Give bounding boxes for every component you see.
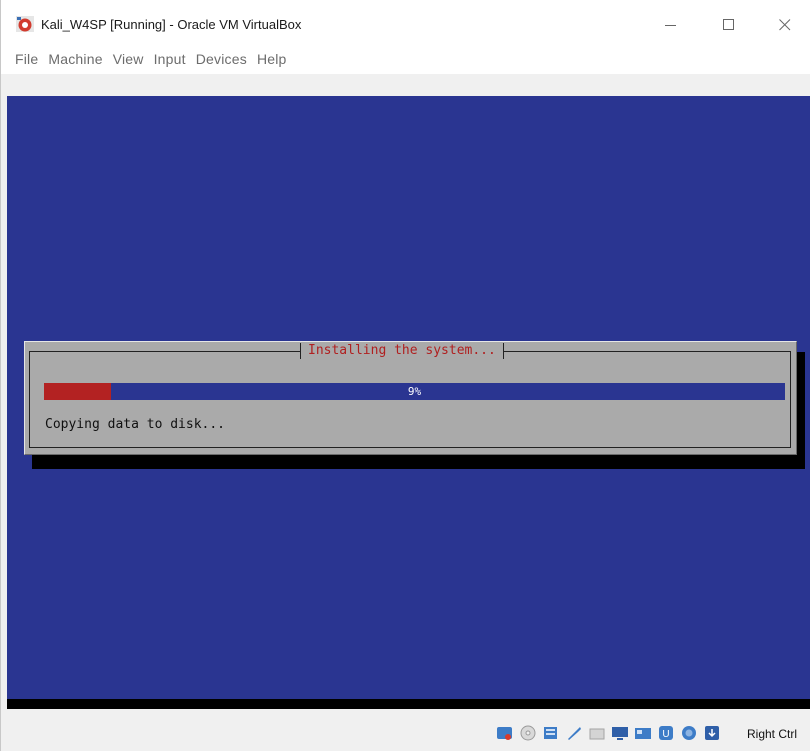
- svg-text:U: U: [662, 729, 669, 740]
- display-icon[interactable]: [611, 724, 629, 742]
- menu-devices[interactable]: Devices: [196, 51, 247, 67]
- dialog-frame: Installing the system... 9% Copying data…: [29, 343, 791, 448]
- status-bar: U Right Ctrl: [1, 709, 810, 751]
- optical-drive-icon[interactable]: [519, 724, 537, 742]
- menu-input[interactable]: Input: [154, 51, 186, 67]
- menu-bar: File Machine View Input Devices Help: [1, 44, 810, 74]
- mouse-integration-icon[interactable]: [680, 724, 698, 742]
- close-button[interactable]: [763, 10, 807, 40]
- host-key-icon[interactable]: [703, 724, 721, 742]
- menu-machine[interactable]: Machine: [48, 51, 102, 67]
- recording-icon[interactable]: U: [657, 724, 675, 742]
- shared-folders-icon[interactable]: [588, 724, 606, 742]
- status-message: Copying data to disk...: [45, 417, 226, 432]
- host-key-label: Right Ctrl: [747, 727, 798, 741]
- virtualbox-window: Kali_W4SP [Running] - Oracle VM VirtualB…: [0, 0, 810, 751]
- device-icons: U: [496, 724, 726, 742]
- network-icon[interactable]: [634, 724, 652, 742]
- hard-disk-icon[interactable]: [496, 724, 514, 742]
- window-title: Kali_W4SP [Running] - Oracle VM VirtualB…: [41, 17, 302, 32]
- dialog-title: Installing the system...: [300, 343, 504, 359]
- toolbar-strip: [1, 74, 810, 96]
- progress-label: 9%: [407, 385, 422, 398]
- menu-help[interactable]: Help: [257, 51, 287, 67]
- virtualbox-icon: [16, 16, 34, 32]
- minimize-button[interactable]: [649, 10, 693, 40]
- usb-icon[interactable]: [565, 724, 583, 742]
- vm-display-border: [7, 699, 810, 709]
- audio-icon[interactable]: [542, 724, 560, 742]
- menu-file[interactable]: File: [15, 51, 38, 67]
- installer-dialog: Installing the system... 9% Copying data…: [24, 341, 797, 455]
- menu-view[interactable]: View: [113, 51, 144, 67]
- maximize-button[interactable]: [707, 10, 751, 40]
- title-bar[interactable]: Kali_W4SP [Running] - Oracle VM VirtualB…: [1, 0, 810, 44]
- progress-bar: 9%: [44, 383, 785, 400]
